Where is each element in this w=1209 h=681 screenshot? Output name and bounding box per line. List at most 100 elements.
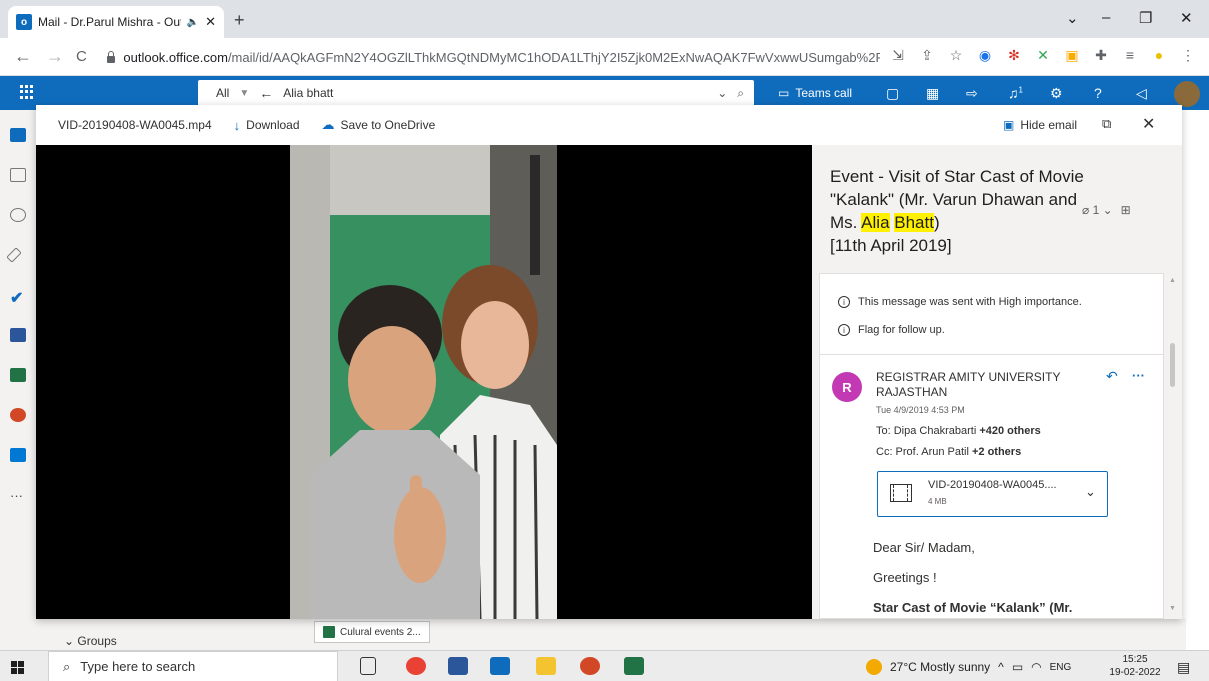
todo-icon[interactable]: ✔: [10, 288, 26, 307]
calendar-icon[interactable]: ▦: [926, 85, 939, 102]
expand-icon[interactable]: ⊞: [1121, 203, 1131, 217]
excel-icon[interactable]: [624, 657, 644, 675]
video-frame[interactable]: [290, 145, 557, 619]
word-icon[interactable]: [448, 657, 468, 675]
extension-dot-icon[interactable]: ◉: [977, 47, 993, 64]
search-icon: ⌕: [63, 658, 71, 674]
help-icon[interactable]: ?: [1094, 85, 1102, 101]
scroll-up-icon[interactable]: ▲: [1169, 277, 1176, 284]
people-icon[interactable]: [10, 208, 26, 222]
wifi-icon[interactable]: ◠: [1031, 660, 1041, 674]
powerpoint-icon[interactable]: [580, 657, 600, 675]
taskbar-search[interactable]: ⌕ Type here to search: [48, 651, 338, 681]
more-actions-icon[interactable]: ···: [1132, 368, 1145, 383]
forward-button[interactable]: →: [46, 46, 64, 67]
gear-icon[interactable]: ⚙: [1050, 85, 1063, 102]
chevron-up-icon[interactable]: ^: [998, 660, 1004, 674]
search-input[interactable]: Alia bhatt: [283, 86, 717, 100]
address-bar: ← → C outlook.office.com/mail/id/AAQkAGF…: [0, 38, 1209, 76]
hide-email-button[interactable]: ▣ Hide email: [1003, 118, 1077, 132]
scroll-thumb[interactable]: [1170, 343, 1175, 387]
star-icon[interactable]: ☆: [948, 47, 964, 64]
weather-text[interactable]: 27°C Mostly sunny: [890, 660, 990, 674]
excel-icon[interactable]: [10, 368, 26, 382]
reload-button[interactable]: C: [76, 48, 87, 65]
chrome-icon[interactable]: [406, 657, 426, 675]
minimize-button[interactable]: –: [1102, 9, 1110, 26]
mail-icon[interactable]: [10, 128, 26, 142]
reading-list-icon[interactable]: ≡: [1122, 47, 1138, 64]
popout-icon[interactable]: ⧉: [1102, 116, 1111, 132]
reply-icon[interactable]: ↶: [1106, 368, 1118, 385]
install-app-icon[interactable]: ⇲: [890, 47, 906, 64]
sender-name[interactable]: REGISTRAR AMITY UNIVERSITY RAJASTHAN: [876, 370, 1076, 400]
body-greetings: Greetings !: [873, 570, 937, 585]
notification-icon[interactable]: ▤: [1177, 659, 1190, 676]
restore-button[interactable]: ❐: [1139, 9, 1152, 27]
search-box[interactable]: All ▼ ← Alia bhatt ⌄ ⌕: [198, 80, 754, 106]
search-scope[interactable]: All: [198, 86, 239, 100]
new-tab-button[interactable]: +: [234, 10, 245, 31]
profile-icon[interactable]: ●: [1151, 47, 1167, 64]
chat-icon[interactable]: ▢: [886, 85, 899, 102]
speaker-icon[interactable]: 🔈: [187, 17, 199, 28]
puzzle-icon[interactable]: ✚: [1093, 47, 1109, 64]
url-field[interactable]: outlook.office.com/mail/id/AAQkAGFmN2Y4O…: [106, 43, 880, 71]
attachment-card[interactable]: VID-20190408-WA0045.... 4 MB ⌄: [877, 471, 1108, 517]
back-arrow-icon[interactable]: ←: [259, 85, 283, 101]
video-file-icon: [890, 484, 912, 502]
cc-others-link[interactable]: +2 others: [972, 446, 1021, 458]
network-icon[interactable]: ▭: [1012, 660, 1023, 674]
scroll-down-icon[interactable]: ▼: [1169, 605, 1176, 612]
attachment-name: VID-20190408-WA0045....: [928, 479, 1057, 491]
share-icon[interactable]: ⇪: [919, 47, 935, 64]
taskbar-search-input[interactable]: Type here to search: [80, 659, 195, 674]
teams-call-button[interactable]: ▭ Teams call: [778, 86, 852, 100]
video-player[interactable]: [36, 145, 812, 619]
clock-date: 19-02-2022: [1109, 667, 1161, 678]
kebab-menu-icon[interactable]: ⋮: [1180, 47, 1196, 64]
extension-flower-icon[interactable]: ✻: [1006, 47, 1022, 64]
search-icon[interactable]: ⌕: [737, 86, 754, 101]
word-icon[interactable]: [10, 328, 26, 342]
windows-start-icon[interactable]: [11, 661, 25, 674]
cultural-events-attachment[interactable]: Culural events 2...: [314, 621, 430, 643]
extension-x-icon[interactable]: ✕: [1035, 47, 1051, 64]
save-to-onedrive-button[interactable]: ☁ Save to OneDrive: [322, 117, 436, 133]
task-view-icon[interactable]: [360, 657, 376, 675]
calendar-icon[interactable]: [10, 168, 26, 182]
tab-search-icon[interactable]: ⌄: [1066, 9, 1079, 27]
chevron-down-icon[interactable]: ▼: [239, 88, 259, 99]
download-button[interactable]: ↓ Download: [234, 118, 300, 133]
weather-sun-icon[interactable]: [866, 659, 882, 675]
to-others-link[interactable]: +420 others: [979, 425, 1040, 437]
clock[interactable]: 15:25 19-02-2022: [1106, 653, 1164, 679]
chevron-down-icon[interactable]: ⌄: [717, 86, 737, 100]
mail-icon[interactable]: [490, 657, 510, 675]
feedback-icon[interactable]: ◁: [1136, 85, 1147, 102]
flag-notice[interactable]: i Flag for follow up.: [838, 324, 945, 336]
app-launcher-icon[interactable]: [20, 85, 34, 99]
browser-tab[interactable]: o Mail - Dr.Parul Mishra - Outlo 🔈 ✕: [8, 6, 224, 38]
close-viewer-button[interactable]: ✕: [1142, 114, 1155, 134]
window-close-button[interactable]: ✕: [1180, 9, 1193, 27]
bell-icon[interactable]: ♫1: [1008, 85, 1023, 101]
powerpoint-icon[interactable]: [10, 408, 26, 422]
chevron-down-icon[interactable]: ⌄: [1085, 484, 1096, 500]
sender-avatar[interactable]: R: [832, 372, 862, 402]
close-tab-icon[interactable]: ✕: [205, 14, 216, 30]
more-apps-icon[interactable]: ···: [10, 488, 26, 503]
attachment-count-button[interactable]: ⌀ 1 ⌄: [1082, 203, 1113, 217]
back-button[interactable]: ←: [14, 46, 32, 67]
language-indicator[interactable]: ENG: [1050, 662, 1072, 673]
folder-pane-footer: [36, 618, 1186, 650]
extension-app-icon[interactable]: ▣: [1064, 47, 1080, 64]
avatar[interactable]: [1174, 81, 1200, 107]
groups-section[interactable]: ⌄ Groups: [64, 634, 117, 648]
forward-mail-icon[interactable]: ⇨: [966, 85, 978, 102]
yammer-icon[interactable]: [10, 448, 26, 462]
scrollbar[interactable]: ▲ ▼: [1164, 273, 1182, 619]
file-explorer-icon[interactable]: [536, 657, 556, 675]
paperclip-icon[interactable]: [6, 247, 22, 263]
lock-icon[interactable]: [106, 51, 116, 63]
